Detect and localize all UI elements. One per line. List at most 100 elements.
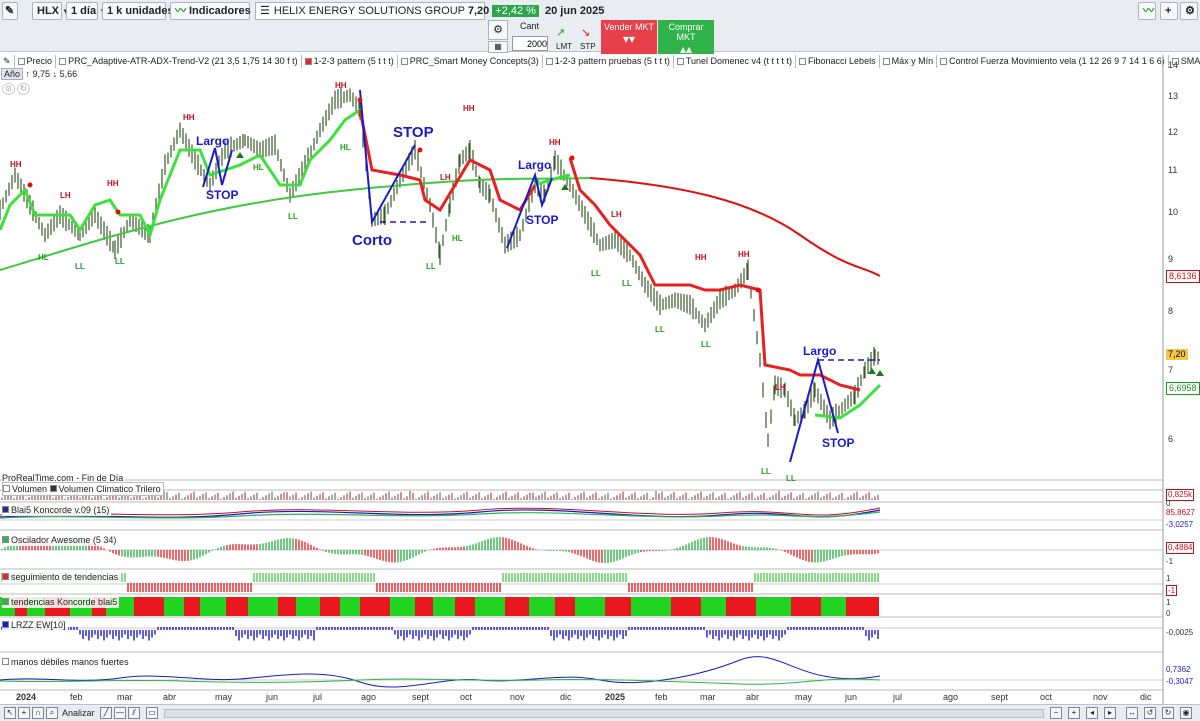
legend-item-3[interactable]: PRC_Smart Money Concepts(3) bbox=[398, 55, 543, 68]
pivot-marker bbox=[417, 147, 423, 153]
settings-gear-icon[interactable]: ⚙ bbox=[1180, 2, 1198, 20]
range-info: Año ↑ 9,75 ↓ 5,66 bbox=[1, 68, 78, 80]
legend-item-0[interactable]: Precio bbox=[15, 55, 57, 68]
largo-label: Largo bbox=[518, 158, 552, 172]
tendencias-block bbox=[390, 597, 415, 616]
tendencias-label: tendencias Koncorde blai5 bbox=[11, 597, 118, 607]
indicators-label: Indicadores bbox=[189, 5, 251, 17]
arrow-down-icon: ↓ bbox=[52, 69, 58, 79]
legend-item-8[interactable]: Control Fuerza Movimiento vela (1 12 26 … bbox=[937, 55, 1169, 68]
magnet-icon[interactable]: ∩ bbox=[32, 707, 44, 719]
crosshair-icon[interactable]: + bbox=[18, 707, 30, 719]
qty-input[interactable] bbox=[512, 36, 548, 51]
limit-order-icon[interactable]: ↗ bbox=[556, 26, 565, 39]
redo-icon[interactable]: ↻ bbox=[1162, 707, 1174, 719]
sell-market-button[interactable]: Vender MKT ▾▾ bbox=[601, 20, 657, 54]
camera-icon[interactable]: ◉ bbox=[1180, 707, 1192, 719]
stop-label: STOP bbox=[526, 213, 559, 227]
legend-item-6[interactable]: Fibonacci Lebels bbox=[796, 55, 880, 68]
tendencias-block bbox=[756, 597, 791, 616]
low-value: 5,66 bbox=[59, 69, 78, 79]
channel-tool-icon[interactable]: ⫽ bbox=[128, 707, 140, 719]
chart-type-icon[interactable]: 〰 bbox=[1138, 2, 1156, 20]
ll-label: LL bbox=[655, 325, 665, 334]
indicators-button[interactable]: 〰Indicadores▼ bbox=[170, 2, 262, 20]
legend-item-5[interactable]: Tunel Domenec v4 (t t t t t) bbox=[674, 55, 797, 68]
refresh-icon[interactable]: ↻ bbox=[17, 83, 30, 95]
line-tool-icon[interactable]: ╱ bbox=[100, 707, 112, 719]
ll-label: LL bbox=[786, 474, 796, 483]
legend-edit-icon[interactable]: ✎ bbox=[0, 55, 15, 68]
pattern-short bbox=[359, 89, 416, 226]
legend-item-7[interactable]: Máx y Mín bbox=[880, 55, 938, 68]
indicator-chart-icon: 〰 bbox=[175, 5, 186, 17]
settings-icon[interactable]: ⚙ bbox=[488, 20, 508, 40]
seguimiento-axis-1: 1 bbox=[1166, 574, 1171, 583]
plus-icon[interactable]: + bbox=[1160, 2, 1178, 20]
lh-label: LH bbox=[440, 173, 451, 182]
legend-item-1[interactable]: PRC_Adaptive-ATR-ADX-Trend-V2 (21 3,5 1,… bbox=[56, 55, 302, 68]
tendencias-block bbox=[575, 597, 605, 616]
zoom-in-icon[interactable]: + bbox=[1068, 707, 1080, 719]
cursor-icon[interactable]: ↖ bbox=[4, 707, 16, 719]
zoom-out-icon[interactable]: − bbox=[1050, 707, 1062, 719]
change-badge: +2,42 % bbox=[492, 5, 539, 17]
tendencias-block bbox=[791, 597, 821, 616]
analyze-label[interactable]: Analizar bbox=[62, 708, 95, 718]
legend-item-4[interactable]: 1-2-3 pattern pruebas (5 t t t) bbox=[543, 55, 674, 68]
tendencias-block bbox=[200, 597, 226, 616]
ll-label: LL bbox=[761, 467, 771, 476]
units-selector[interactable]: 1 k unidades▼ bbox=[102, 2, 185, 20]
hline-tool-icon[interactable]: ― bbox=[114, 707, 126, 719]
symbol-selector[interactable]: HLX▼ bbox=[32, 2, 70, 20]
drawing-tool-icon[interactable]: ✎ bbox=[2, 2, 18, 20]
legend-color-icon bbox=[545, 58, 553, 65]
ll-label: LL bbox=[591, 269, 601, 278]
pivot-marker bbox=[357, 97, 363, 103]
rect-tool-icon[interactable]: ▭ bbox=[146, 707, 158, 719]
awesome-panel-label: Oscilador Awesome (5 34) bbox=[2, 534, 119, 546]
buy-arrow-icon bbox=[561, 184, 569, 190]
scroll-right-icon[interactable]: ▸ bbox=[1104, 707, 1116, 719]
month-label: oct bbox=[1040, 692, 1053, 702]
month-label: abr bbox=[163, 692, 177, 702]
y-tick-label: 10 bbox=[1168, 207, 1179, 217]
month-label: abr bbox=[746, 692, 760, 702]
zoom-icon[interactable]: ⌕ bbox=[46, 707, 58, 719]
year-selector[interactable]: Año bbox=[1, 68, 24, 80]
tendencias-block bbox=[671, 597, 701, 616]
top-toolbar: ✎ HLX▼ 1 día▼ 1 k unidades▼ 〰Indicadores… bbox=[0, 0, 1200, 56]
horizontal-scrollbar[interactable] bbox=[164, 709, 1044, 718]
legend-color-icon bbox=[799, 58, 807, 65]
tendencias-block bbox=[360, 597, 390, 616]
scroll-left-icon[interactable]: ◂ bbox=[1086, 707, 1098, 719]
menu-icon: ☰ bbox=[260, 5, 270, 17]
hh-label: HH bbox=[549, 138, 561, 147]
zoom-reset-icon[interactable]: ⊙ bbox=[2, 83, 15, 95]
buy-market-button[interactable]: Comprar MKT ▴▴ bbox=[658, 20, 714, 56]
month-label: may bbox=[795, 692, 813, 702]
manos-axis-2: -0,3047 bbox=[1166, 677, 1194, 686]
y-tick-label: 7 bbox=[1168, 365, 1174, 375]
legend-color-icon bbox=[882, 58, 890, 65]
calculator-icon[interactable]: ▦ bbox=[488, 41, 508, 53]
seguimiento-panel-label: seguimiento de tendencias bbox=[2, 571, 121, 583]
quote-date: 20 jun 2025 bbox=[545, 5, 605, 17]
volume-climatic-label: Volumen Climatico Trilero bbox=[58, 484, 161, 494]
qty-label: Cant bbox=[520, 21, 540, 31]
hl-label: HL bbox=[340, 143, 351, 152]
hh-label: HH bbox=[10, 160, 22, 169]
month-label: feb bbox=[655, 692, 668, 702]
legend-item-2[interactable]: 1-2-3 pattern (5 t t t) bbox=[302, 55, 398, 68]
awesome-label: Oscilador Awesome (5 34) bbox=[11, 535, 117, 545]
manos-debiles-line bbox=[0, 678, 881, 685]
lmt-label: LMT bbox=[556, 42, 572, 51]
buy-arrow-icon bbox=[868, 368, 876, 374]
stop-order-icon[interactable]: ↘ bbox=[581, 26, 590, 39]
tendencias-axis-0: 0 bbox=[1166, 609, 1171, 618]
symbol-label: HLX bbox=[37, 5, 59, 17]
undo-icon[interactable]: ↺ bbox=[1144, 707, 1156, 719]
fit-icon[interactable]: ↔ bbox=[1126, 707, 1138, 719]
tendencias-block bbox=[821, 597, 846, 616]
period-selector[interactable]: 1 día▼ bbox=[66, 2, 107, 20]
